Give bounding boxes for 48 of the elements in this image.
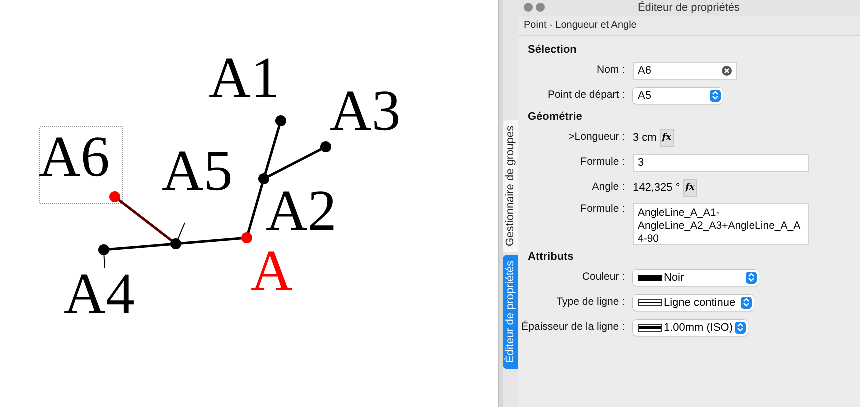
point-label[interactable]: A3	[330, 78, 401, 143]
formula-button[interactable]: fx	[660, 128, 674, 146]
side-tab[interactable]: Éditeur de propriétés	[503, 255, 518, 370]
side-tab[interactable]: Gestionnaire de groupes	[503, 120, 518, 252]
dropdown[interactable]: Ligne continue	[633, 294, 754, 310]
point-label[interactable]: A1	[209, 45, 280, 110]
clear-icon[interactable]	[722, 66, 732, 76]
point-label[interactable]: A6	[39, 124, 110, 189]
field-label: Couleur :	[582, 271, 625, 284]
point-marker[interactable]	[98, 244, 110, 256]
section-title: Attributs	[528, 251, 575, 263]
point-marker[interactable]	[276, 116, 286, 126]
text-field[interactable]: 3	[633, 154, 809, 172]
dropdown[interactable]: Noir	[633, 270, 759, 286]
stepper-icon	[735, 322, 746, 334]
formula-button[interactable]: fx	[683, 178, 698, 196]
dropdown[interactable]: 1.00mm (ISO)	[633, 320, 748, 336]
section-title: Géométrie	[528, 111, 584, 123]
line-style-icon	[638, 299, 662, 306]
field-label: Formule :	[580, 156, 625, 169]
field-label: Point de départ :	[548, 89, 625, 102]
stepper-icon	[741, 296, 752, 308]
value-text: 3 cm	[633, 132, 657, 144]
dropdown[interactable]: A5	[633, 88, 723, 104]
close-icon[interactable]	[524, 3, 533, 12]
formula-field[interactable]: AngleLine_A_A1-AngleLine_A2_A3+AngleLine_A_A4-90	[633, 203, 809, 245]
color-swatch-icon	[638, 274, 662, 280]
point-marker[interactable]	[242, 232, 252, 244]
point-marker[interactable]	[258, 174, 270, 184]
point-marker[interactable]	[170, 238, 182, 250]
stepper-icon	[746, 272, 757, 284]
point-marker[interactable]	[320, 142, 332, 152]
point-label[interactable]: A5	[162, 138, 233, 203]
window-button-icon[interactable]	[536, 3, 545, 12]
field-label: Formule :	[580, 203, 625, 216]
field-label: >Longueur :	[568, 131, 625, 144]
field-label: Nom :	[596, 64, 625, 77]
point-marker[interactable]	[110, 192, 120, 202]
field-label: Angle :	[592, 181, 625, 194]
value-text: 142,325 °	[633, 182, 680, 194]
line-thickness-icon	[638, 324, 662, 332]
stepper-icon	[710, 90, 721, 102]
section-title: Sélection	[528, 44, 578, 56]
window-title: Éditeur de propriétés	[636, 2, 742, 14]
field-label: Type de ligne :	[556, 296, 625, 309]
field-label: Épaisseur de la ligne :	[522, 321, 625, 334]
text-field[interactable]: A6	[633, 62, 737, 80]
point-label[interactable]: A4	[64, 261, 135, 326]
